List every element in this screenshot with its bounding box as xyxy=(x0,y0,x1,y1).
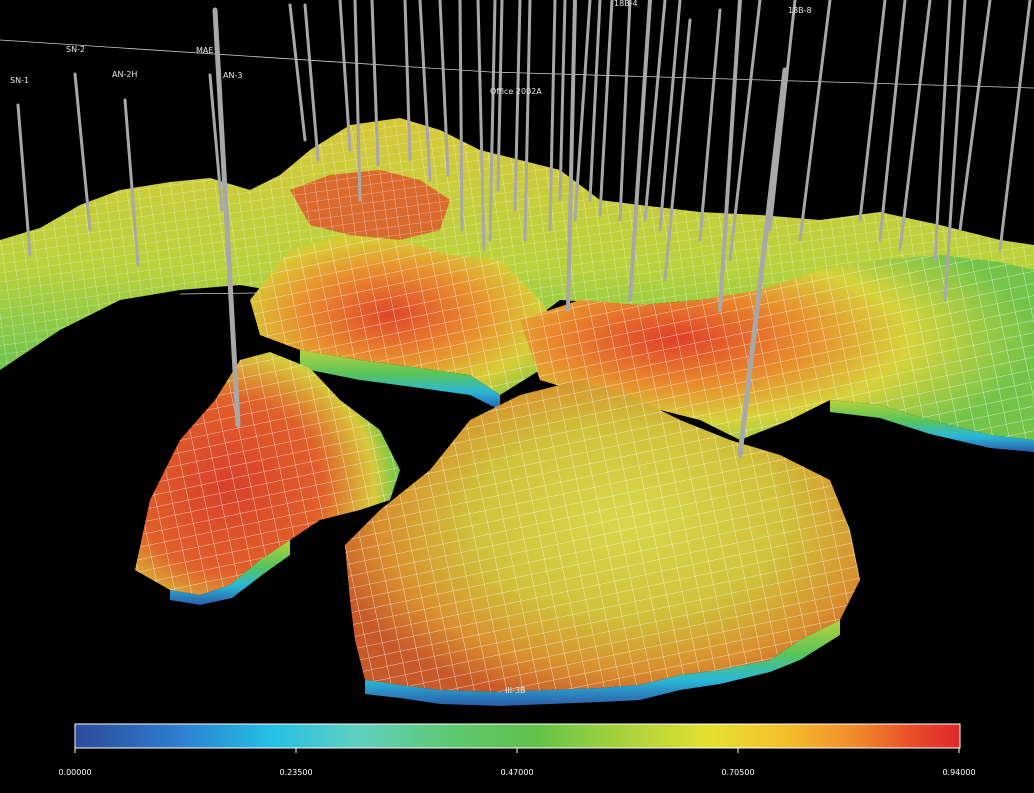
colorbar xyxy=(74,723,961,749)
colorbar-tick-label: 0.47000 xyxy=(500,768,533,777)
colorbar-tick-label: 0.23500 xyxy=(279,768,312,777)
well-label: AN-2H xyxy=(112,70,137,79)
colorbar-tick-label: 0.94000 xyxy=(942,768,975,777)
well-label: Office 2002A xyxy=(490,87,542,96)
well-label: AN-3 xyxy=(223,71,242,80)
well-label: 18B-8 xyxy=(788,6,812,15)
well-label: 18B-4 xyxy=(614,0,638,8)
well-label: SN-2 xyxy=(66,45,85,54)
well-label: SN-1 xyxy=(10,76,29,85)
well-label: MAE xyxy=(196,46,213,55)
colorbar-tick-label: 0.70500 xyxy=(721,768,754,777)
colorbar-tick-label: 0.00000 xyxy=(58,768,91,777)
reservoir-3d-view[interactable]: SN-1 SN-2 AN-2H MAE AN-3 Office 2002A 18… xyxy=(0,0,1034,793)
well-label: III-3B xyxy=(505,686,526,695)
well-trajectory xyxy=(458,0,464,232)
